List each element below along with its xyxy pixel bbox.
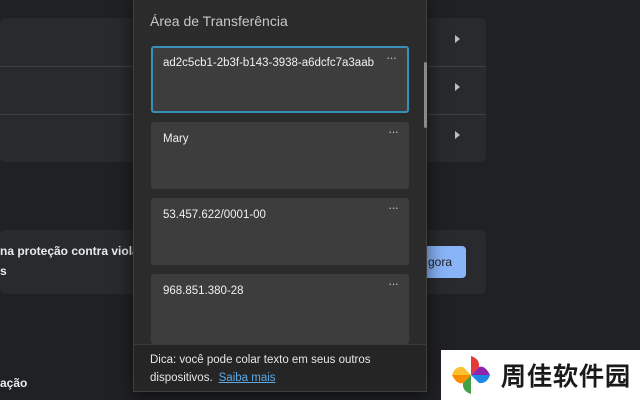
watermark-text: 周佳软件园 <box>501 363 632 391</box>
chevron-right-icon <box>455 83 460 91</box>
learn-more-link[interactable]: Saiba mais <box>219 372 276 384</box>
tip-text: Dica: você pode colar texto em seus outr… <box>150 351 400 387</box>
scrollbar-thumb[interactable] <box>424 62 427 128</box>
clipboard-item[interactable]: 53.457.622/0001-00 ··· <box>151 198 409 265</box>
more-options-icon[interactable]: ··· <box>388 124 399 139</box>
banner-text-line2: s <box>0 264 7 278</box>
more-options-icon[interactable]: ··· <box>386 50 397 65</box>
more-options-icon[interactable]: ··· <box>388 276 399 291</box>
clipboard-item-text: 968.851.380-28 <box>163 285 244 297</box>
section-label: ação <box>0 376 28 390</box>
pinwheel-logo-icon <box>452 356 490 394</box>
clipboard-item-text: Mary <box>163 133 189 145</box>
clipboard-item-text: 53.457.622/0001-00 <box>163 209 266 221</box>
flyout-title: Área de Transferência <box>150 13 288 29</box>
clipboard-item-text: ad2c5cb1-2b3f-b143-3938-a6dcfc7a3aab <box>163 57 374 69</box>
chevron-right-icon <box>455 35 460 43</box>
chevron-right-icon <box>455 131 460 139</box>
clipboard-item[interactable]: 968.851.380-28 ··· <box>151 274 409 344</box>
clipboard-item[interactable]: Mary ··· <box>151 122 409 189</box>
clipboard-flyout: Área de Transferência ad2c5cb1-2b3f-b143… <box>133 0 427 392</box>
watermark: 周佳软件园 <box>441 350 640 400</box>
clipboard-item[interactable]: ad2c5cb1-2b3f-b143-3938-a6dcfc7a3aab ··· <box>151 46 409 113</box>
more-options-icon[interactable]: ··· <box>388 200 399 215</box>
banner-text: na proteção contra viola <box>0 244 139 258</box>
flyout-footer: Dica: você pode colar texto em seus outr… <box>134 344 426 391</box>
